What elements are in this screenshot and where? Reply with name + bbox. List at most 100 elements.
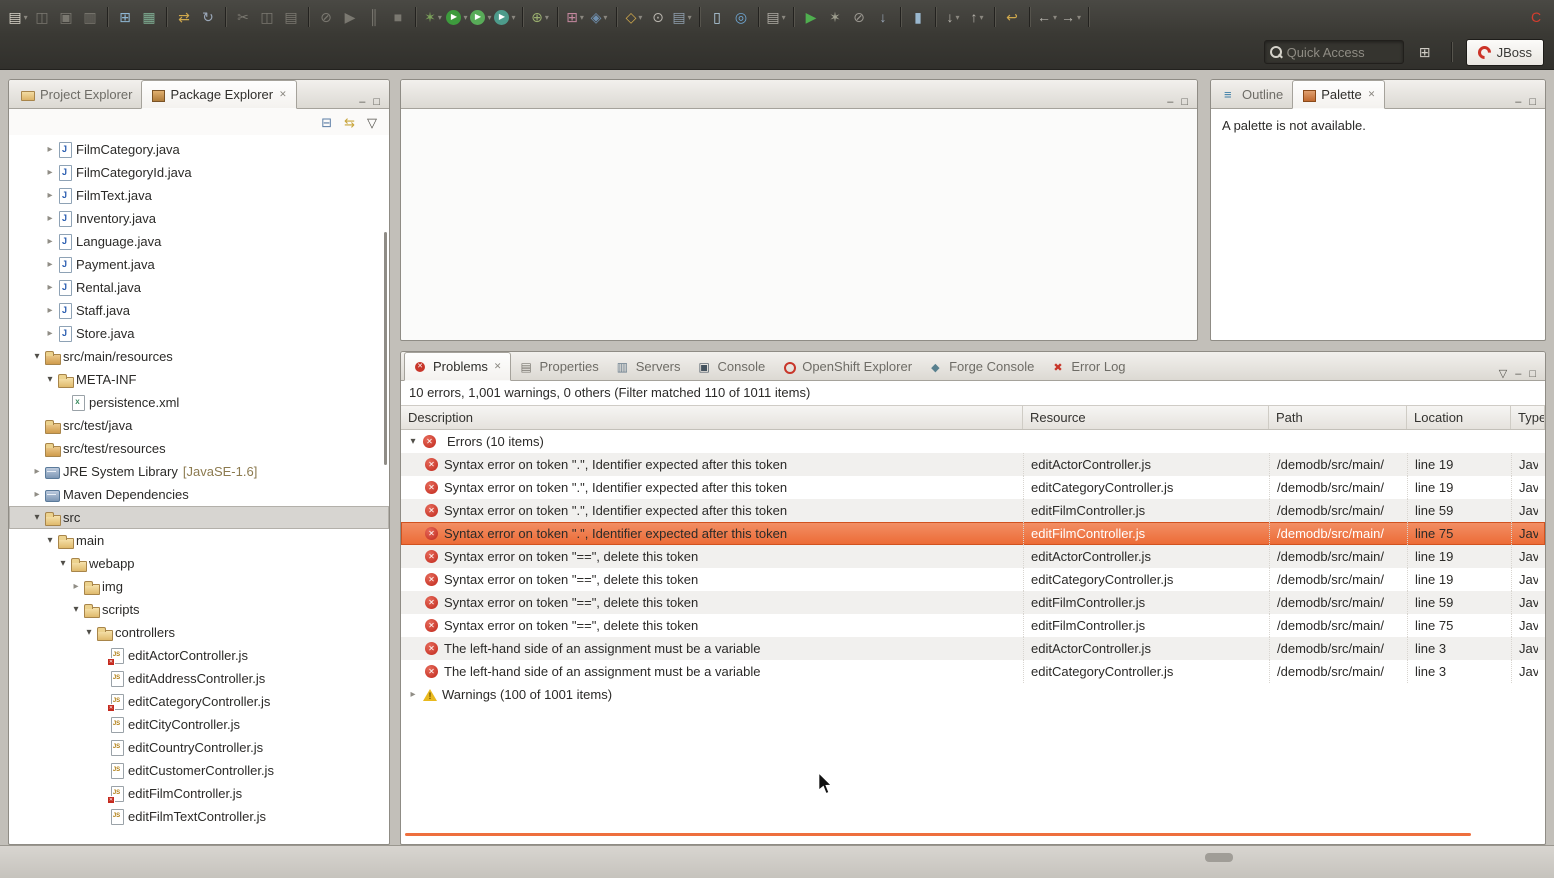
- tree-item-src-test-resources[interactable]: src/test/resources: [9, 437, 389, 460]
- problem-row[interactable]: Syntax error on token ".", Identifier ex…: [401, 476, 1545, 499]
- explorer-tab-project-explorer[interactable]: Project Explorer: [12, 81, 141, 108]
- problem-row[interactable]: Syntax error on token "==", delete this …: [401, 614, 1545, 637]
- collapse-arrow-icon[interactable]: ▾: [43, 535, 57, 546]
- collapse-arrow-icon[interactable]: ▾: [30, 512, 44, 523]
- dropdown-caret-icon[interactable]: ▾: [580, 13, 584, 22]
- maximize-icon[interactable]: □: [1181, 97, 1188, 108]
- tree-item-editaddresscontroller-js[interactable]: editAddressController.js: [9, 667, 389, 690]
- quick-access-input[interactable]: [1286, 44, 1398, 60]
- view-tab-properties[interactable]: Properties: [511, 353, 607, 380]
- collapse-arrow-icon[interactable]: ▾: [82, 627, 96, 638]
- collapse-arrow-icon[interactable]: ▾: [406, 436, 420, 447]
- outline-tab-outline[interactable]: Outline: [1214, 81, 1292, 108]
- tree-item-maven-dependencies[interactable]: ▸ Maven Dependencies: [9, 483, 389, 506]
- vertical-scrollbar[interactable]: [384, 232, 387, 465]
- tree-item-webapp[interactable]: ▾ webapp: [9, 552, 389, 575]
- close-icon[interactable]: ✕: [494, 361, 502, 372]
- expand-arrow-icon[interactable]: ▸: [30, 489, 44, 500]
- column-header-location[interactable]: Location: [1407, 406, 1511, 429]
- new-server-icon[interactable]: ▦: [138, 5, 160, 29]
- tree-item-img[interactable]: ▸ img: [9, 575, 389, 598]
- tree-item-editfilmtextcontroller-js[interactable]: editFilmTextController.js: [9, 805, 389, 828]
- link-with-editor-icon[interactable]: ⇆: [344, 116, 355, 129]
- paste-icon[interactable]: ▤: [280, 5, 302, 29]
- expand-arrow-icon[interactable]: ▸: [406, 689, 420, 700]
- tree-item-src-main-resources[interactable]: ▾ src/main/resources: [9, 345, 389, 368]
- tree-item-editcitycontroller-js[interactable]: editCityController.js: [9, 713, 389, 736]
- javadoc-wizard-icon[interactable]: ▤ ▾: [671, 5, 693, 29]
- save-all-icon[interactable]: ▣: [55, 5, 77, 29]
- web-browser-icon[interactable]: ◎: [730, 5, 752, 29]
- view-tab-servers[interactable]: Servers: [608, 353, 690, 380]
- maximize-icon[interactable]: □: [1529, 97, 1536, 108]
- tree-item-src-test-java[interactable]: src/test/java: [9, 414, 389, 437]
- dropdown-caret-icon[interactable]: ▾: [688, 13, 692, 22]
- view-tab-openshift-explorer[interactable]: OpenShift Explorer: [774, 353, 921, 380]
- back-icon[interactable]: ← ▾: [1036, 5, 1058, 29]
- terminate-icon[interactable]: ■: [387, 5, 409, 29]
- problem-row[interactable]: The left-hand side of an assignment must…: [401, 660, 1545, 683]
- save-icon[interactable]: ◫: [31, 5, 53, 29]
- column-header-description[interactable]: Description: [401, 406, 1023, 429]
- new-ee-component-icon[interactable]: ◈ ▾: [588, 5, 610, 29]
- dropdown-caret-icon[interactable]: ▾: [1053, 13, 1057, 22]
- tree-item-editactorcontroller-js[interactable]: ✕ editActorController.js: [9, 644, 389, 667]
- dropdown-caret-icon[interactable]: ▾: [955, 13, 959, 22]
- expand-arrow-icon[interactable]: ▸: [69, 581, 83, 592]
- tree-item-filmcategoryid-java[interactable]: ▸ FilmCategoryId.java: [9, 161, 389, 184]
- coverage-icon[interactable]: ⊕ ▾: [529, 5, 551, 29]
- minimize-icon[interactable]: –: [1515, 369, 1521, 380]
- copy-icon[interactable]: ◫: [256, 5, 278, 29]
- open-perspective-icon[interactable]: ⊞: [1414, 40, 1436, 64]
- prev-annotation-icon[interactable]: ↑ ▾: [966, 5, 988, 29]
- tree-item-scripts[interactable]: ▾ scripts: [9, 598, 389, 621]
- problem-row[interactable]: Syntax error on token "==", delete this …: [401, 591, 1545, 614]
- collapse-arrow-icon[interactable]: ▾: [30, 351, 44, 362]
- print-icon[interactable]: ▥: [79, 5, 101, 29]
- cut-icon[interactable]: ✂: [232, 5, 254, 29]
- quick-access-box[interactable]: [1263, 40, 1404, 64]
- expand-arrow-icon[interactable]: ▸: [43, 144, 57, 155]
- dropdown-caret-icon[interactable]: ▾: [463, 13, 467, 22]
- tree-item-jre-system-library[interactable]: ▸ JRE System Library [JavaSE-1.6]: [9, 460, 389, 483]
- dropdown-caret-icon[interactable]: ▾: [545, 13, 549, 22]
- tree-item-inventory-java[interactable]: ▸ Inventory.java: [9, 207, 389, 230]
- problem-row[interactable]: The left-hand side of an assignment must…: [401, 637, 1545, 660]
- problem-row[interactable]: Syntax error on token "==", delete this …: [401, 545, 1545, 568]
- forward-icon[interactable]: → ▾: [1060, 5, 1082, 29]
- dropdown-caret-icon[interactable]: ▾: [979, 13, 983, 22]
- publish-icon[interactable]: ↻: [197, 5, 219, 29]
- close-icon[interactable]: ✕: [279, 89, 287, 100]
- horizontal-scrollbar[interactable]: [405, 833, 1471, 836]
- problem-row[interactable]: Syntax error on token ".", Identifier ex…: [401, 453, 1545, 476]
- suspend-icon[interactable]: ║: [363, 5, 385, 29]
- open-type-icon[interactable]: ◇ ▾: [623, 5, 645, 29]
- expand-arrow-icon[interactable]: ▸: [43, 328, 57, 339]
- tree-item-payment-java[interactable]: ▸ Payment.java: [9, 253, 389, 276]
- warnings-group-row[interactable]: ▸ Warnings (100 of 1001 items): [401, 683, 1545, 706]
- search-type-icon[interactable]: ⊙: [647, 5, 669, 29]
- column-header-type[interactable]: Type: [1511, 406, 1545, 429]
- tree-item-filmtext-java[interactable]: ▸ FilmText.java: [9, 184, 389, 207]
- debug-icon[interactable]: ✶ ▾: [422, 5, 444, 29]
- tree-item-main[interactable]: ▾ main: [9, 529, 389, 552]
- dropdown-caret-icon[interactable]: ▾: [782, 13, 786, 22]
- new-icon[interactable]: ▤ ▾: [7, 5, 29, 29]
- tree-item-editfilmcontroller-js[interactable]: ✕ editFilmController.js: [9, 782, 389, 805]
- expand-arrow-icon[interactable]: ▸: [43, 167, 57, 178]
- run-icon[interactable]: ▶ ▾: [446, 5, 468, 29]
- collapse-arrow-icon[interactable]: ▾: [56, 558, 70, 569]
- dropdown-caret-icon[interactable]: ▾: [438, 13, 442, 22]
- tree-item-rental-java[interactable]: ▸ Rental.java: [9, 276, 389, 299]
- tree-item-language-java[interactable]: ▸ Language.java: [9, 230, 389, 253]
- tree-item-editcategorycontroller-js[interactable]: ✕ editCategoryController.js: [9, 690, 389, 713]
- expand-arrow-icon[interactable]: ▸: [43, 213, 57, 224]
- tree-item-filmcategory-java[interactable]: ▸ FilmCategory.java: [9, 138, 389, 161]
- new-web-project-icon[interactable]: ⊞ ▾: [564, 5, 586, 29]
- snippets-icon[interactable]: ▤ ▾: [765, 5, 787, 29]
- tree-item-staff-java[interactable]: ▸ Staff.java: [9, 299, 389, 322]
- expand-arrow-icon[interactable]: ▸: [43, 259, 57, 270]
- tree-item-store-java[interactable]: ▸ Store.java: [9, 322, 389, 345]
- maximize-icon[interactable]: □: [1529, 369, 1536, 380]
- outline-tab-palette[interactable]: Palette ✕: [1292, 80, 1386, 109]
